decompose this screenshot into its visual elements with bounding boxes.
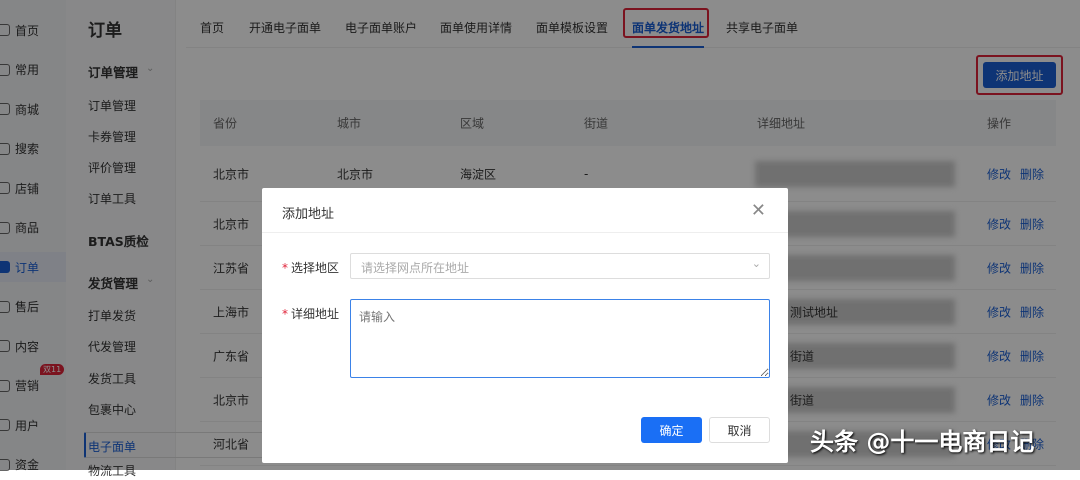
region-placeholder: 请选择网点所在地址: [361, 261, 470, 275]
required-mark: *: [282, 261, 288, 275]
cancel-button[interactable]: 取消: [709, 417, 770, 443]
detail-address-input[interactable]: [350, 299, 770, 378]
required-mark: *: [282, 307, 288, 321]
add-address-dialog: 添加地址 ✕ *选择地区 请选择网点所在地址⌄ *详细地址 确定 取消: [262, 188, 788, 463]
region-select[interactable]: 请选择网点所在地址 ⌄: [350, 253, 770, 279]
watermark: 头条 @十一电商日记: [810, 428, 1035, 456]
region-label: * 选择地区: [282, 259, 339, 276]
dialog-title: 添加地址: [282, 207, 335, 222]
region-label-text: 选择地区: [291, 261, 340, 275]
detail-label: * 详细地址: [282, 305, 339, 322]
chevron-down-icon: ⌄: [751, 257, 761, 270]
detail-label-text: 详细地址: [291, 307, 340, 321]
close-icon[interactable]: ✕: [751, 200, 766, 221]
confirm-button[interactable]: 确定: [641, 417, 702, 443]
